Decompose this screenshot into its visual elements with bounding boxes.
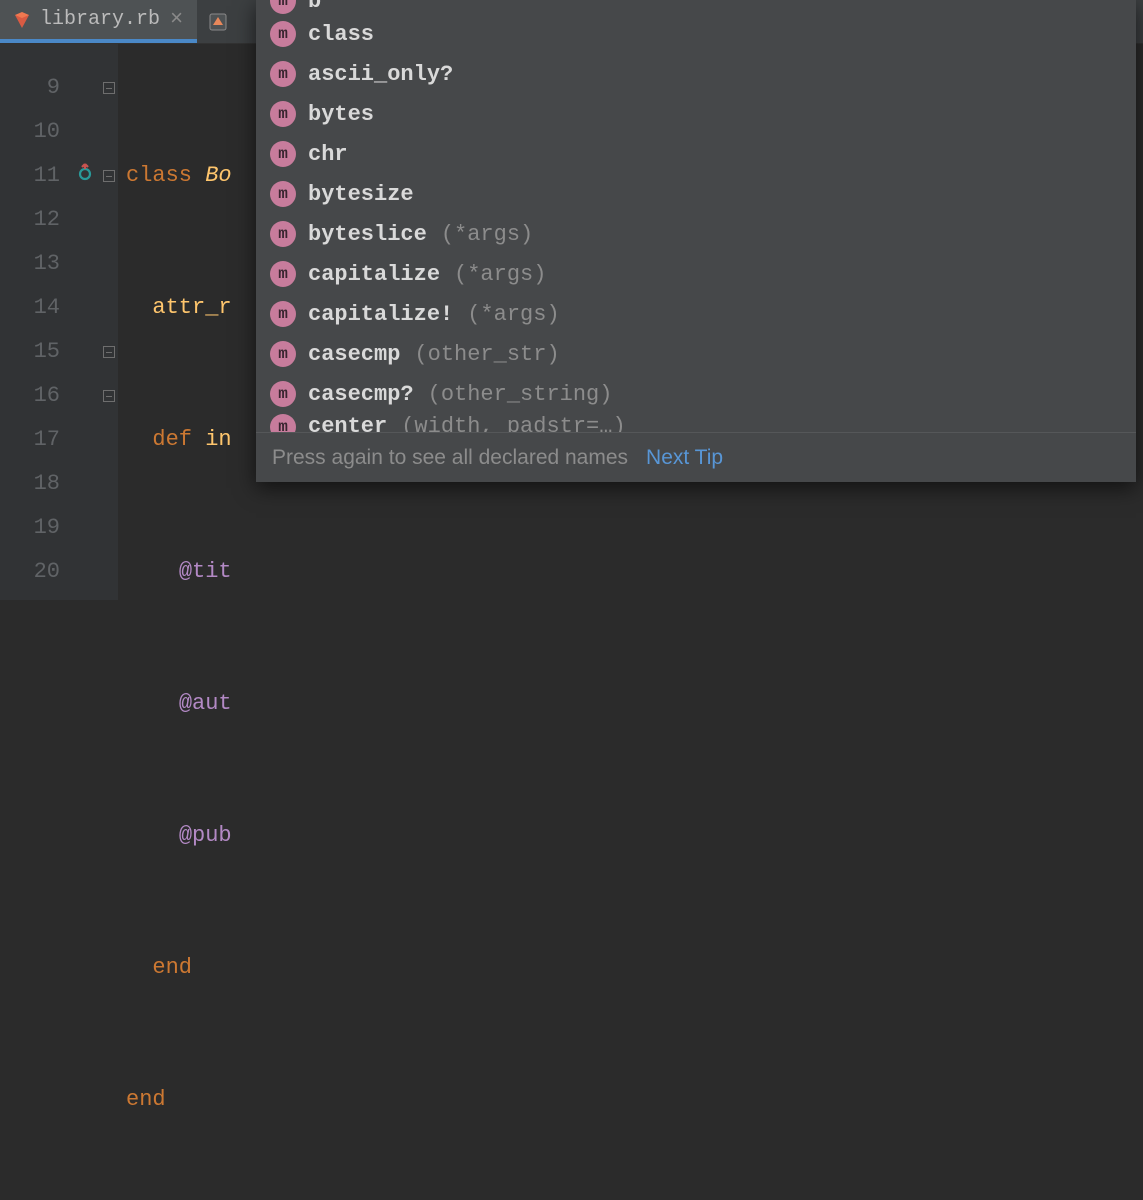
line-number: 10 xyxy=(0,110,100,154)
method-badge-icon: m xyxy=(270,0,296,14)
completion-item[interactable]: mbytes xyxy=(256,94,1136,134)
completion-item[interactable]: mclass xyxy=(256,14,1136,54)
ruby-file-icon xyxy=(12,10,32,30)
completion-name: bytes xyxy=(308,102,374,127)
tab-label: library.rb xyxy=(40,8,160,31)
tab-scratch[interactable] xyxy=(197,0,239,43)
completion-item[interactable]: m casecmp (other_str) xyxy=(256,334,1136,374)
line-number: 17 xyxy=(0,418,100,462)
method-badge-icon: m xyxy=(270,261,296,287)
completion-item[interactable]: m capitalize! (*args) xyxy=(256,294,1136,334)
method-badge-icon: m xyxy=(270,141,296,167)
completion-footer: Press again to see all declared names Ne… xyxy=(256,432,1136,482)
method-badge-icon: m xyxy=(270,181,296,207)
line-number: 18 xyxy=(0,462,100,506)
fold-toggle[interactable] xyxy=(103,82,115,94)
method-badge-icon: m xyxy=(270,301,296,327)
line-number: 19 xyxy=(0,506,100,550)
completion-name: ascii_only? xyxy=(308,62,453,87)
method-badge-icon: m xyxy=(270,381,296,407)
completion-item[interactable]: mcenter (width, padstr=…) xyxy=(256,414,1136,432)
gutter: 9 10 11 12 13 14 15 16 17 18 19 20 xyxy=(0,44,100,600)
completion-name: chr xyxy=(308,142,348,167)
completion-name: capitalize xyxy=(308,262,440,287)
method-badge-icon: m xyxy=(270,414,296,432)
completion-args: (*args) xyxy=(467,302,559,327)
completion-name: capitalize! xyxy=(308,302,453,327)
line-number: 9 xyxy=(0,66,100,110)
completion-item[interactable]: m ascii_only? xyxy=(256,54,1136,94)
completion-name: class xyxy=(308,22,374,47)
method-badge-icon: m xyxy=(270,21,296,47)
line-number: 16 xyxy=(0,374,100,418)
code-area[interactable]: class Bo attr_r def in @tit @aut @pub en… xyxy=(118,44,274,600)
line-number: 15 xyxy=(0,330,100,374)
fold-toggle[interactable] xyxy=(103,170,115,182)
completion-args: (*args) xyxy=(454,262,546,287)
completion-args: (other_string) xyxy=(428,382,613,407)
method-badge-icon: m xyxy=(270,341,296,367)
completion-name: bytesize xyxy=(308,182,414,207)
completion-list[interactable]: mbmclassmascii_only?mbytesmchrmbytesizem… xyxy=(256,0,1136,432)
completion-item[interactable]: m casecmp? (other_string) xyxy=(256,374,1136,414)
tab-library-rb[interactable]: library.rb × xyxy=(0,0,197,43)
completion-name: center xyxy=(308,414,387,432)
method-badge-icon: m xyxy=(270,61,296,87)
line-number: 14 xyxy=(0,286,100,330)
completion-popup: mbmclassmascii_only?mbytesmchrmbytesizem… xyxy=(256,0,1136,482)
completion-item[interactable]: m capitalize (*args) xyxy=(256,254,1136,294)
method-badge-icon: m xyxy=(270,101,296,127)
line-number: 12 xyxy=(0,198,100,242)
override-icon[interactable] xyxy=(76,154,94,198)
fold-toggle[interactable] xyxy=(103,346,115,358)
completion-item[interactable]: mb xyxy=(256,0,1136,14)
scratch-file-icon xyxy=(207,11,229,33)
completion-args: (*args) xyxy=(441,222,533,247)
fold-toggle[interactable] xyxy=(103,390,115,402)
completion-name: b xyxy=(308,0,321,14)
fold-strip xyxy=(100,44,118,600)
close-icon[interactable]: × xyxy=(168,9,185,31)
completion-args: (width, padstr=…) xyxy=(401,414,625,432)
completion-args: (other_str) xyxy=(414,342,559,367)
method-badge-icon: m xyxy=(270,221,296,247)
completion-item[interactable]: m bytesize xyxy=(256,174,1136,214)
line-number: 13 xyxy=(0,242,100,286)
next-tip-link[interactable]: Next Tip xyxy=(646,446,723,470)
line-number: 11 xyxy=(0,154,100,198)
completion-item[interactable]: m byteslice (*args) xyxy=(256,214,1136,254)
completion-name: byteslice xyxy=(308,222,427,247)
completion-name: casecmp? xyxy=(308,382,414,407)
line-number: 20 xyxy=(0,550,100,594)
completion-name: casecmp xyxy=(308,342,400,367)
completion-hint: Press again to see all declared names xyxy=(272,446,628,470)
completion-item[interactable]: mchr xyxy=(256,134,1136,174)
